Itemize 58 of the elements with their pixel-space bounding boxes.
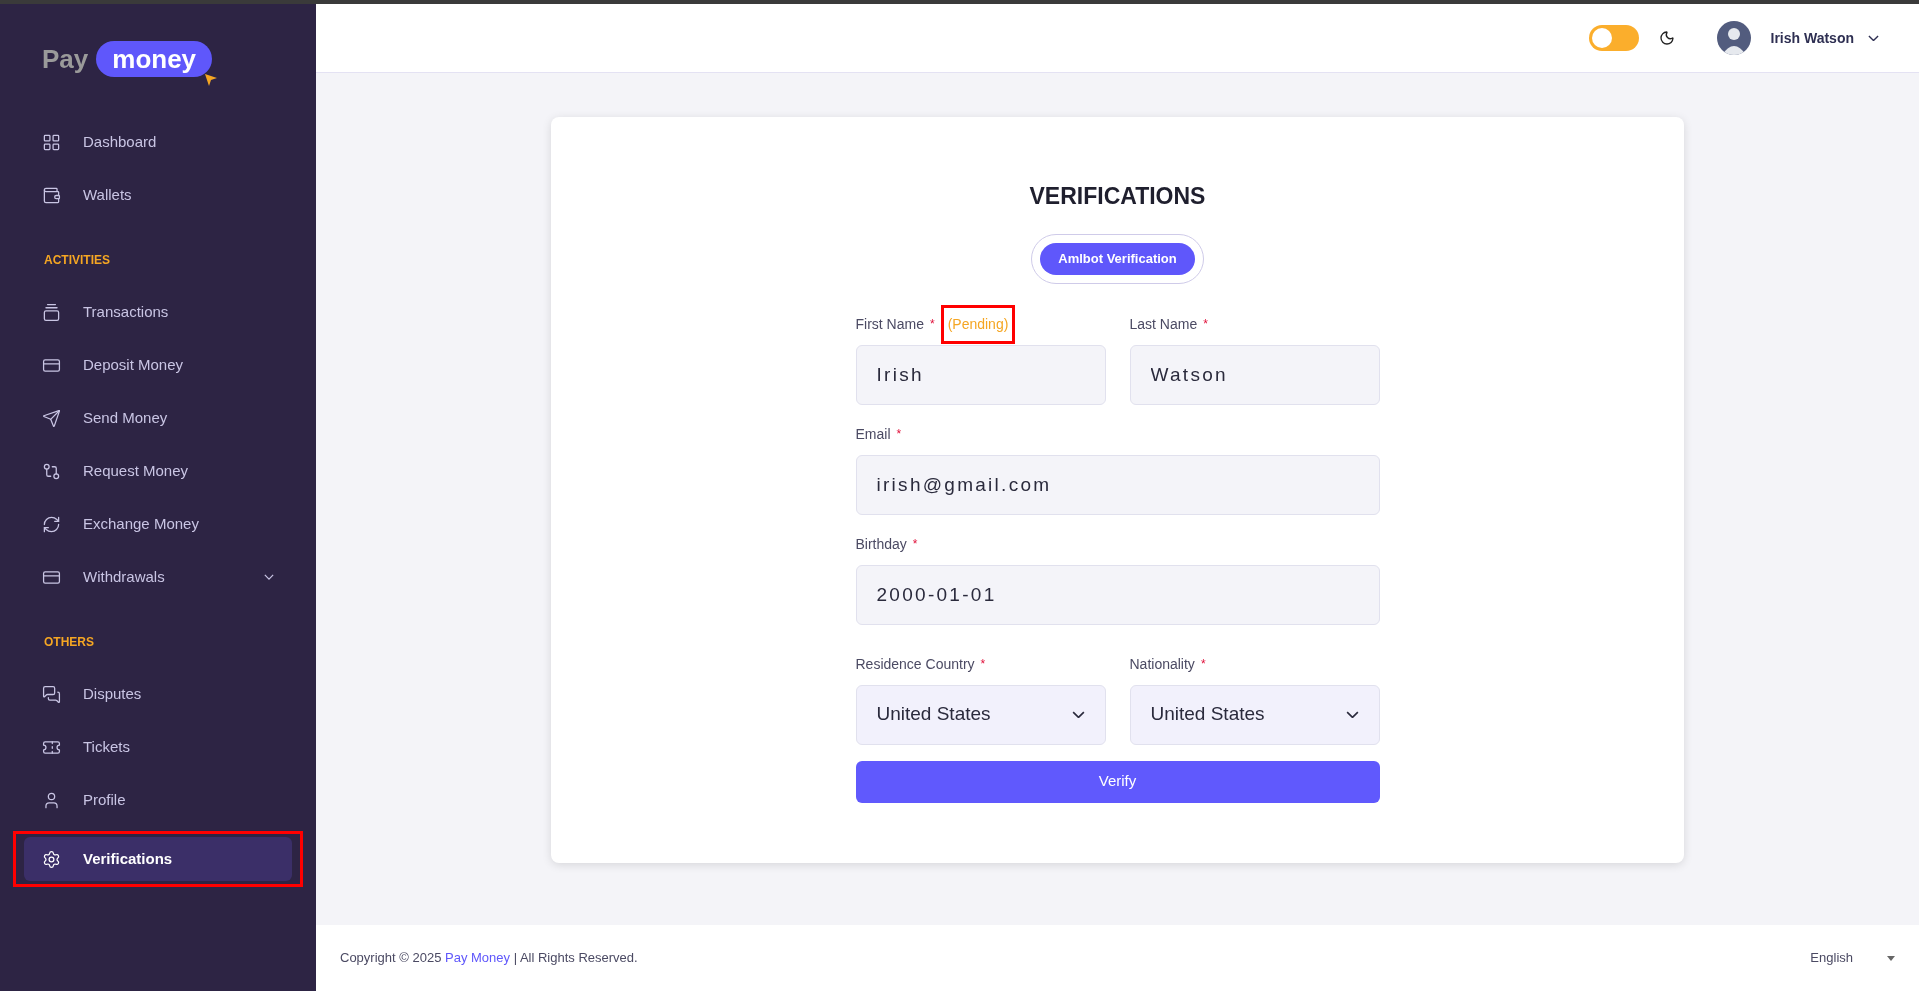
moon-icon [1658, 30, 1675, 46]
stacked-cards-icon [42, 302, 61, 322]
select-field[interactable]: United States [1129, 684, 1380, 745]
section-heading: OTHERS [43, 634, 95, 651]
required-mark: * [1203, 318, 1208, 330]
brand-link[interactable]: Pay Money [445, 950, 511, 966]
verify-button[interactable]: Verify [855, 760, 1380, 803]
chevron-down-icon [1071, 710, 1085, 719]
theme-toggle[interactable] [1588, 25, 1639, 51]
refresh-icon [42, 514, 61, 534]
sidebar-item[interactable]: Deposit Money [24, 343, 292, 387]
user-icon [42, 790, 61, 810]
chevron-down-icon [1345, 710, 1359, 719]
sidebar-item[interactable]: Request Money [24, 449, 292, 493]
chevron-down-icon [1868, 34, 1879, 42]
select-field[interactable]: United States [855, 684, 1106, 745]
compare-arrows-icon [42, 461, 61, 481]
field-label: First Name [855, 314, 924, 334]
sidebar-item[interactable]: Dashboard [24, 120, 292, 164]
sidebar-item[interactable]: Verifications [24, 837, 292, 881]
language-select[interactable]: English [1810, 948, 1895, 968]
user-menu[interactable]: Irish Watson [1770, 27, 1879, 49]
field-label: Email [855, 424, 891, 444]
cursor-icon [204, 73, 219, 87]
copyright-text: Copyright © 2025 Pay Money | All Rights Reserved. [340, 949, 638, 968]
required-mark: * [912, 538, 918, 550]
avatar-icon [1716, 21, 1751, 55]
required-mark: * [1200, 658, 1206, 670]
required-mark: * [980, 658, 986, 670]
sidebar-item[interactable]: Transactions [24, 290, 292, 334]
status-text: (Pending) [940, 304, 1016, 344]
sidebar-item[interactable]: Exchange Money [24, 502, 292, 546]
logo-text: Pay [42, 42, 89, 76]
required-mark: * [896, 428, 902, 440]
input-field[interactable]: 2000-01-01 [855, 564, 1380, 625]
sidebar-item[interactable]: Withdrawals [24, 555, 292, 599]
grid-icon [42, 132, 61, 152]
field-label: Nationality [1129, 654, 1195, 674]
field-label: Residence Country [855, 654, 975, 674]
sidebar-item[interactable]: Send Money [24, 396, 292, 440]
paper-plane-icon [42, 408, 61, 428]
caret-down-icon [1887, 955, 1895, 961]
field-label: Last Name [1129, 314, 1198, 334]
tab[interactable]: Amlbot Verification [1040, 242, 1195, 275]
section-heading: ACTIVITIES [43, 252, 111, 269]
input-field[interactable]: Irish [855, 344, 1106, 405]
input-field[interactable]: Watson [1129, 344, 1380, 405]
sidebar-item[interactable]: Tickets [24, 725, 292, 769]
required-mark: * [929, 318, 935, 330]
page-title: VERIFICATIONS [1029, 182, 1206, 211]
settings-icon [42, 849, 61, 869]
sidebar-item[interactable]: Profile [24, 778, 292, 822]
sidebar-item[interactable]: Disputes [24, 672, 292, 716]
field-label: Birthday [855, 534, 907, 554]
wallet-icon [42, 185, 61, 205]
input-field[interactable]: irish@gmail.com [855, 454, 1380, 515]
sidebar-item[interactable]: Wallets [24, 173, 292, 217]
chat-bubbles-icon [42, 684, 61, 704]
